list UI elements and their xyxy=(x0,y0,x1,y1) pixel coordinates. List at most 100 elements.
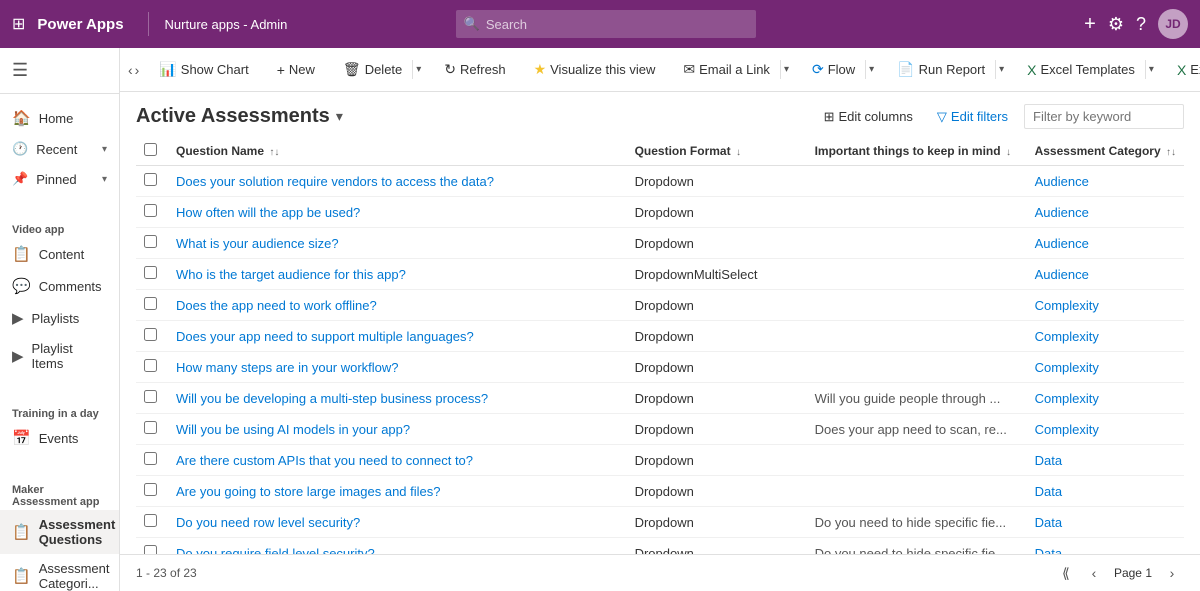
row-name-link-5[interactable]: Does your app need to support multiple l… xyxy=(176,329,474,344)
row-category-link-8[interactable]: Complexity xyxy=(1035,422,1099,437)
row-checkbox-cell[interactable] xyxy=(136,321,168,352)
row-checkbox-cell[interactable] xyxy=(136,476,168,507)
col-header-name[interactable]: Question Name ↑↓ xyxy=(168,137,627,166)
row-name-cell[interactable]: How many steps are in your workflow? xyxy=(168,352,627,383)
row-name-cell[interactable]: What is your audience size? xyxy=(168,228,627,259)
row-category-cell[interactable]: Complexity xyxy=(1027,414,1184,445)
hamburger-icon[interactable]: ☰ xyxy=(12,60,28,80)
refresh-button[interactable]: ↻ Refresh xyxy=(436,57,513,82)
row-category-cell[interactable]: Data xyxy=(1027,445,1184,476)
row-checkbox-6[interactable] xyxy=(144,359,157,372)
row-name-cell[interactable]: Does your app need to support multiple l… xyxy=(168,321,627,352)
row-name-link-6[interactable]: How many steps are in your workflow? xyxy=(176,360,399,375)
row-category-cell[interactable]: Audience xyxy=(1027,259,1184,290)
row-name-link-0[interactable]: Does your solution require vendors to ac… xyxy=(176,174,494,189)
row-name-cell[interactable]: Will you be using AI models in your app? xyxy=(168,414,627,445)
row-checkbox-cell[interactable] xyxy=(136,538,168,555)
row-name-link-10[interactable]: Are you going to store large images and … xyxy=(176,484,441,499)
forward-button[interactable]: › xyxy=(135,56,140,84)
row-name-cell[interactable]: Do you need row level security? xyxy=(168,507,627,538)
run-report-button[interactable]: 📄 Run Report xyxy=(889,57,993,82)
sidebar-item-assessment-questions[interactable]: 📋 Assessment Questions xyxy=(0,510,119,554)
row-name-cell[interactable]: Does your solution require vendors to ac… xyxy=(168,166,627,197)
row-checkbox-cell[interactable] xyxy=(136,445,168,476)
row-category-cell[interactable]: Audience xyxy=(1027,166,1184,197)
row-name-cell[interactable]: Who is the target audience for this app? xyxy=(168,259,627,290)
row-checkbox-cell[interactable] xyxy=(136,290,168,321)
select-all-header[interactable] xyxy=(136,137,168,166)
row-checkbox-cell[interactable] xyxy=(136,383,168,414)
row-category-cell[interactable]: Complexity xyxy=(1027,290,1184,321)
col-header-category[interactable]: Assessment Category ↑↓ xyxy=(1027,137,1184,166)
row-checkbox-cell[interactable] xyxy=(136,352,168,383)
sidebar-item-content[interactable]: 📋 Content xyxy=(0,238,119,270)
row-checkbox-2[interactable] xyxy=(144,235,157,248)
row-name-link-12[interactable]: Do you require field level security? xyxy=(176,546,375,555)
row-name-cell[interactable]: Do you require field level security? xyxy=(168,538,627,555)
delete-dropdown-button[interactable]: ▾ xyxy=(412,60,424,79)
col-header-format[interactable]: Question Format ↓ xyxy=(627,137,807,166)
row-category-link-7[interactable]: Complexity xyxy=(1035,391,1099,406)
email-dropdown-button[interactable]: ▾ xyxy=(780,60,792,79)
row-checkbox-5[interactable] xyxy=(144,328,157,341)
sidebar-item-home[interactable]: 🏠 Home xyxy=(0,102,119,134)
row-name-link-9[interactable]: Are there custom APIs that you need to c… xyxy=(176,453,473,468)
row-category-link-12[interactable]: Data xyxy=(1035,546,1062,555)
edit-columns-button[interactable]: ⊞ Edit columns xyxy=(816,105,921,129)
sidebar-item-assessment-categories[interactable]: 📋 Assessment Categori... xyxy=(0,554,119,591)
row-category-link-2[interactable]: Audience xyxy=(1035,236,1089,251)
row-checkbox-9[interactable] xyxy=(144,452,157,465)
row-checkbox-3[interactable] xyxy=(144,266,157,279)
row-category-link-6[interactable]: Complexity xyxy=(1035,360,1099,375)
back-button[interactable]: ‹ xyxy=(128,56,133,84)
row-name-link-8[interactable]: Will you be using AI models in your app? xyxy=(176,422,410,437)
row-name-link-3[interactable]: Who is the target audience for this app? xyxy=(176,267,406,282)
row-checkbox-cell[interactable] xyxy=(136,166,168,197)
grid-icon[interactable]: ⊞ xyxy=(12,14,25,34)
page-title-dropdown-icon[interactable]: ▾ xyxy=(336,108,343,125)
row-checkbox-cell[interactable] xyxy=(136,228,168,259)
page-first-button[interactable]: ⟪ xyxy=(1054,561,1078,585)
row-category-cell[interactable]: Audience xyxy=(1027,197,1184,228)
page-prev-button[interactable]: ‹ xyxy=(1082,561,1106,585)
visualize-button[interactable]: ★ Visualize this view xyxy=(526,57,664,82)
row-name-cell[interactable]: Will you be developing a multi-step busi… xyxy=(168,383,627,414)
row-category-cell[interactable]: Complexity xyxy=(1027,383,1184,414)
export-to-excel-button[interactable]: X Export to Excel xyxy=(1169,58,1200,82)
row-name-cell[interactable]: Are there custom APIs that you need to c… xyxy=(168,445,627,476)
excel-templates-button[interactable]: X Excel Templates xyxy=(1019,58,1143,82)
keyword-filter-input[interactable] xyxy=(1024,104,1184,129)
edit-filters-button[interactable]: ▽ Edit filters xyxy=(929,105,1016,129)
row-category-link-1[interactable]: Audience xyxy=(1035,205,1089,220)
row-name-link-1[interactable]: How often will the app be used? xyxy=(176,205,360,220)
row-checkbox-cell[interactable] xyxy=(136,259,168,290)
row-category-link-9[interactable]: Data xyxy=(1035,453,1062,468)
show-chart-button[interactable]: 📊 Show Chart xyxy=(151,57,256,82)
row-checkbox-11[interactable] xyxy=(144,514,157,527)
page-next-button[interactable]: › xyxy=(1160,561,1184,585)
row-checkbox-cell[interactable] xyxy=(136,507,168,538)
row-name-link-7[interactable]: Will you be developing a multi-step busi… xyxy=(176,391,488,406)
sidebar-item-events[interactable]: 📅 Events xyxy=(0,422,119,454)
new-button[interactable]: + New xyxy=(269,58,323,82)
select-all-checkbox[interactable] xyxy=(144,143,157,156)
sidebar-item-recent[interactable]: 🕐 Recent ▾ xyxy=(0,134,119,164)
row-name-link-2[interactable]: What is your audience size? xyxy=(176,236,339,251)
row-category-cell[interactable]: Data xyxy=(1027,476,1184,507)
sidebar-toggle[interactable]: ☰ xyxy=(0,48,119,94)
row-checkbox-cell[interactable] xyxy=(136,414,168,445)
row-category-link-0[interactable]: Audience xyxy=(1035,174,1089,189)
row-category-cell[interactable]: Data xyxy=(1027,538,1184,555)
row-checkbox-8[interactable] xyxy=(144,421,157,434)
search-input[interactable] xyxy=(486,17,748,32)
row-name-cell[interactable]: How often will the app be used? xyxy=(168,197,627,228)
row-category-link-11[interactable]: Data xyxy=(1035,515,1062,530)
row-category-link-4[interactable]: Complexity xyxy=(1035,298,1099,313)
row-category-cell[interactable]: Complexity xyxy=(1027,321,1184,352)
run-report-dropdown-button[interactable]: ▾ xyxy=(995,60,1007,79)
row-category-cell[interactable]: Audience xyxy=(1027,228,1184,259)
row-name-cell[interactable]: Does the app need to work offline? xyxy=(168,290,627,321)
settings-icon[interactable]: ⚙ xyxy=(1108,14,1124,35)
row-category-link-10[interactable]: Data xyxy=(1035,484,1062,499)
row-checkbox-12[interactable] xyxy=(144,545,157,554)
